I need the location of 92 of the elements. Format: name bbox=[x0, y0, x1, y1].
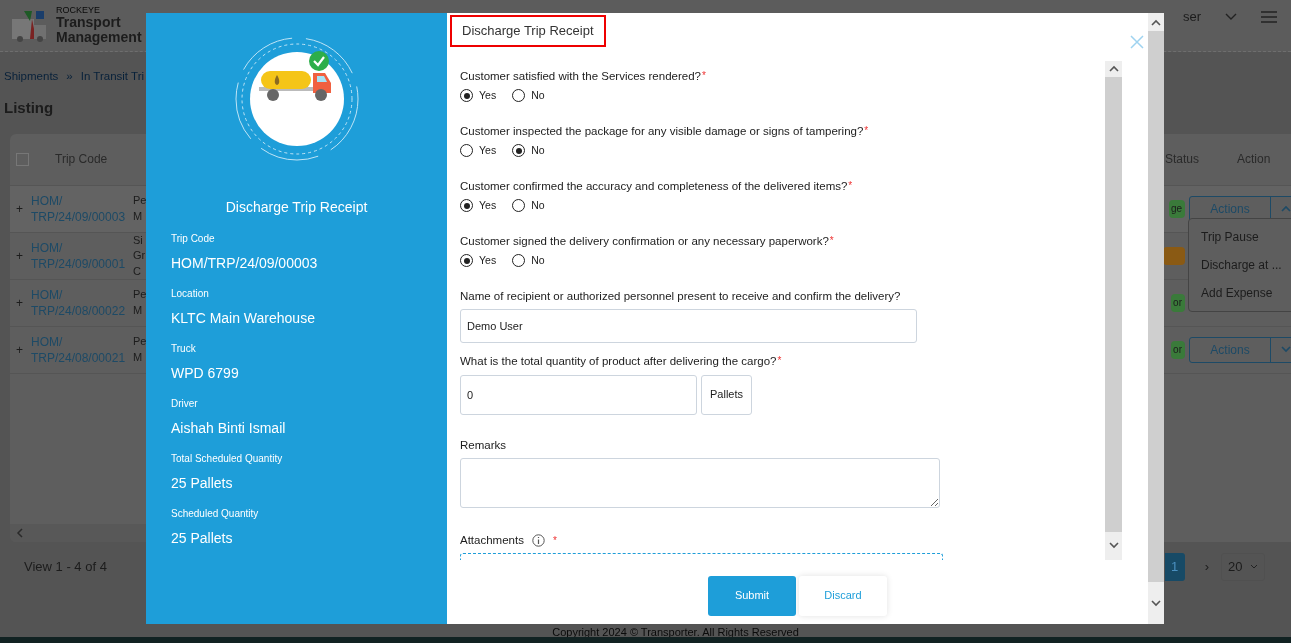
page-title: Listing bbox=[4, 98, 54, 119]
field-label: Total Scheduled Quantity bbox=[171, 452, 284, 466]
app-title: Transport Management bbox=[56, 14, 143, 46]
number-field[interactable]: 0 bbox=[460, 374, 697, 415]
menu-item[interactable]: Add Expense bbox=[1189, 279, 1291, 307]
field-value: WPD 6799 bbox=[171, 364, 240, 383]
field-value: 25 Pallets bbox=[171, 529, 234, 548]
table-cell: Pe bbox=[133, 334, 147, 350]
required-mark: * bbox=[702, 68, 706, 83]
select-all-checkbox[interactable] bbox=[16, 152, 29, 166]
table-cell-text: M bbox=[133, 302, 143, 318]
breadcrumb-link[interactable]: Shipments bbox=[4, 68, 59, 86]
option-label: Yes bbox=[479, 87, 497, 103]
question-label: Customer confirmed the accuracy and completeness of the delivered items? bbox=[460, 178, 848, 194]
field-label: Location bbox=[171, 287, 210, 301]
table-cell-text: Si bbox=[133, 232, 143, 248]
expand-icon[interactable]: + bbox=[16, 294, 31, 311]
status-badge: or bbox=[1171, 340, 1185, 359]
page-size-select[interactable]: 20 bbox=[1221, 552, 1265, 581]
text-field[interactable]: Demo User bbox=[460, 308, 917, 343]
field-label: Remarks bbox=[460, 437, 506, 453]
page-button[interactable]: 1 bbox=[1164, 552, 1185, 581]
table-cell: Pe bbox=[133, 193, 147, 209]
expand-icon[interactable]: + bbox=[16, 247, 31, 264]
required-mark: * bbox=[777, 353, 782, 368]
question-label: Customer inspected the package for any visible damage or signs of tampering? bbox=[460, 123, 864, 139]
panel-title: Discharge Trip Receipt bbox=[224, 198, 369, 217]
discard-button[interactable]: Discard bbox=[799, 575, 887, 616]
unit-label: Pallets bbox=[701, 374, 753, 415]
chevron-down-icon[interactable] bbox=[1225, 12, 1237, 21]
breadcrumb-separator: » bbox=[66, 69, 73, 84]
actions-button[interactable]: Actions bbox=[1189, 336, 1291, 363]
table-cell-text: M bbox=[133, 208, 143, 224]
modal-title: Discharge Trip Receipt bbox=[450, 15, 606, 47]
attachments-label: Attachments bbox=[460, 532, 524, 548]
field-label: Scheduled Quantity bbox=[171, 507, 260, 521]
scroll-down-icon bbox=[1108, 542, 1119, 549]
field-label: Trip Code bbox=[171, 232, 216, 246]
close-icon[interactable] bbox=[1130, 35, 1144, 49]
vertical-scrollbar[interactable] bbox=[1148, 13, 1164, 624]
user-name: ser bbox=[1182, 7, 1201, 26]
menu-icon[interactable] bbox=[1261, 10, 1277, 23]
field-label: Driver bbox=[171, 397, 199, 411]
option-label: No bbox=[531, 142, 545, 158]
status-badge: ge bbox=[1168, 199, 1185, 218]
field-value: HOM/TRP/24/09/00003 bbox=[171, 254, 319, 273]
trip-code-link[interactable]: HOM/ TRP/24/08/00021 bbox=[31, 333, 133, 366]
required-mark: * bbox=[848, 178, 853, 193]
scroll-up-icon bbox=[1108, 65, 1119, 72]
chevron-down-icon bbox=[1250, 564, 1258, 570]
expand-icon[interactable]: + bbox=[16, 200, 31, 217]
question-label: Customer satisfied with the Services rendered? bbox=[460, 68, 701, 84]
info-icon[interactable] bbox=[531, 533, 545, 547]
trip-code-link[interactable]: HOM/ TRP/24/09/00001 bbox=[31, 239, 133, 272]
menu-item[interactable]: Discharge at ... bbox=[1189, 251, 1291, 279]
required-mark: * bbox=[864, 123, 869, 138]
option-label: Yes bbox=[479, 142, 497, 158]
vertical-scrollbar[interactable] bbox=[1105, 60, 1122, 560]
status-badge: or bbox=[1171, 293, 1185, 312]
brand-tagline: ROCKEYE bbox=[56, 5, 101, 15]
option-label: No bbox=[531, 197, 545, 213]
table-cell: Pe bbox=[133, 287, 147, 303]
horizontal-scrollbar[interactable] bbox=[10, 523, 146, 542]
expand-icon[interactable]: + bbox=[16, 341, 31, 358]
table-cell: Gr bbox=[133, 248, 146, 264]
field-value: 25 Pallets bbox=[171, 474, 234, 493]
required-mark: * bbox=[552, 533, 557, 548]
trip-code-link[interactable]: HOM/ TRP/24/09/00003 bbox=[31, 192, 133, 225]
submit-button[interactable]: Submit bbox=[708, 575, 796, 616]
trip-code-link[interactable]: HOM/ TRP/24/08/00022 bbox=[31, 286, 133, 319]
scroll-up-icon bbox=[1151, 18, 1161, 26]
breadcrumb-link[interactable]: In Transit Tri bbox=[80, 68, 145, 86]
record-count: View 1 - 4 of 4 bbox=[24, 558, 107, 576]
option-label: Yes bbox=[479, 197, 497, 213]
next-page-button[interactable]: › bbox=[1204, 557, 1209, 577]
field-value: KLTC Main Warehouse bbox=[171, 309, 316, 328]
logo-icon bbox=[10, 8, 48, 43]
field-value: Aishah Binti Ismail bbox=[171, 419, 287, 438]
option-label: Yes bbox=[479, 252, 497, 268]
field-label: Truck bbox=[171, 342, 197, 356]
menu-item[interactable]: Trip Pause bbox=[1189, 223, 1291, 251]
scroll-left-icon[interactable] bbox=[16, 527, 24, 538]
option-label: No bbox=[531, 252, 545, 268]
scroll-down-icon bbox=[1151, 599, 1161, 607]
question-label: What is the total quantity of product after delivering the cargo? bbox=[460, 353, 777, 369]
question-label: Name of recipient or authorized personnel present to receive and confirm the delivery? bbox=[460, 288, 901, 304]
remarks-field[interactable] bbox=[460, 457, 940, 508]
table-cell-text: M bbox=[133, 349, 143, 365]
question-label: Customer signed the delivery confirmation or any necessary paperwork? bbox=[460, 233, 829, 249]
option-label: No bbox=[531, 87, 545, 103]
required-mark: * bbox=[829, 233, 834, 248]
table-cell: C bbox=[133, 263, 141, 279]
